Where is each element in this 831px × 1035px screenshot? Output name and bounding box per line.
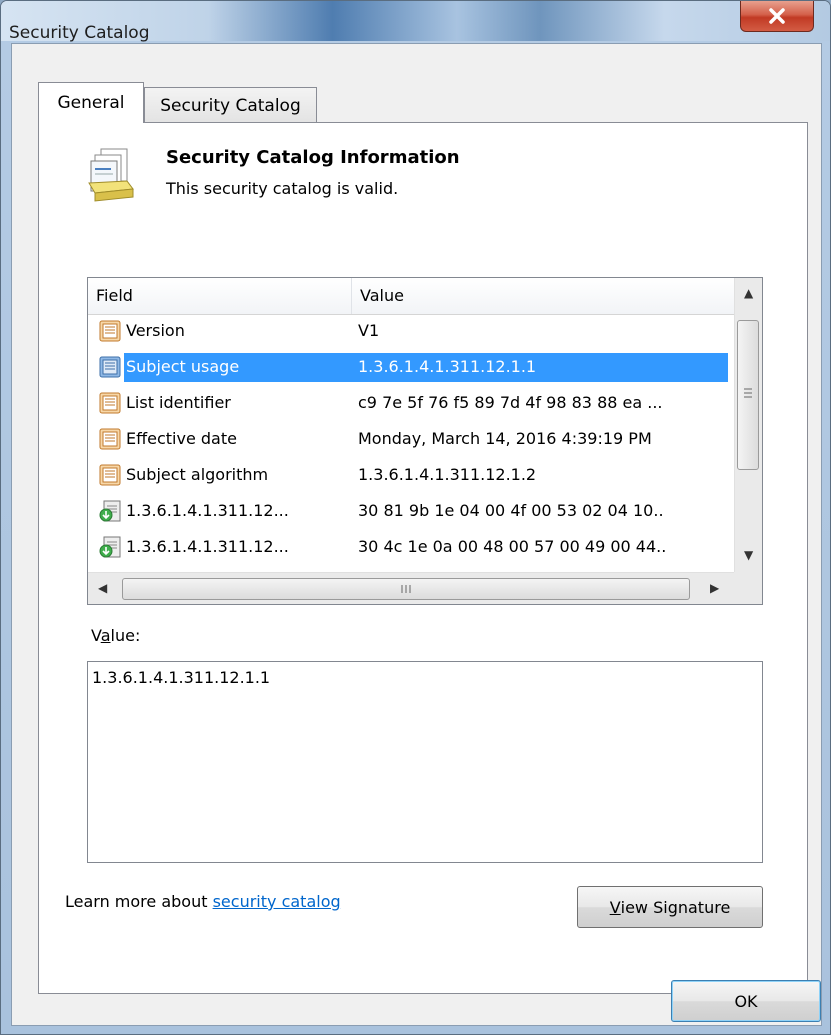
row-value: c9 7e 5f 76 f5 89 7d 4f 98 83 88 ea ... <box>358 393 663 412</box>
window-title: Security Catalog <box>9 23 150 43</box>
column-header-value[interactable]: Value <box>352 278 734 314</box>
scroll-up-arrow-icon[interactable]: ▲ <box>744 286 753 300</box>
row-field: Subject algorithm <box>126 465 269 484</box>
row-field: 1.3.6.1.4.1.311.12... <box>126 501 289 520</box>
title-bar[interactable]: Security Catalog <box>1 1 830 43</box>
row-value: 1.3.6.1.4.1.311.12.1.2 <box>358 465 537 484</box>
list-header: Field Value <box>88 278 734 315</box>
learn-more-text: Learn more about security catalog <box>65 892 341 911</box>
property-icon <box>98 355 122 379</box>
tab-security-catalog[interactable]: Security Catalog <box>144 87 317 123</box>
list-row[interactable]: Subject usage 1.3.6.1.4.1.311.12.1.1 <box>88 352 734 382</box>
security-catalog-window: Security Catalog General Security Catalo… <box>0 0 831 1035</box>
row-field: List identifier <box>126 393 231 412</box>
catalog-document-icon <box>88 148 134 202</box>
row-field: 1.3.6.1.4.1.311.12... <box>126 537 289 556</box>
view-signature-accelerator: V <box>609 897 621 917</box>
extension-icon <box>98 535 122 559</box>
row-value: 30 4c 1e 0a 00 48 00 57 00 49 00 44.. <box>358 537 667 556</box>
property-icon <box>98 319 122 343</box>
close-button[interactable] <box>740 1 814 32</box>
general-tab-panel: Security Catalog Information This securi… <box>38 122 808 994</box>
grip-icon <box>744 388 752 398</box>
list-row[interactable]: 1.3.6.1.4.1.311.12... 30 4c 1e 0a 00 48 0… <box>88 532 734 562</box>
value-text: 1.3.6.1.4.1.311.12.1.1 <box>92 668 271 687</box>
dialog-client-area: General Security Catalog Security Catalo… <box>11 43 822 1026</box>
value-text-box[interactable]: 1.3.6.1.4.1.311.12.1.1 <box>87 661 763 863</box>
row-value: 30 81 9b 1e 04 00 4f 00 53 02 04 10.. <box>358 501 664 520</box>
view-signature-button[interactable]: View Signature <box>577 886 763 928</box>
fields-list-view[interactable]: Field Value Version V1 Subject usage 1.3.6.… <box>87 277 763 605</box>
value-label-accelerator: a <box>100 626 111 645</box>
tab-general[interactable]: General <box>38 82 144 123</box>
learn-more-prefix: Learn more about <box>65 892 213 911</box>
grip-icon <box>401 585 411 593</box>
list-row[interactable]: Version V1 <box>88 316 734 346</box>
scroll-right-arrow-icon[interactable]: ▶ <box>710 581 719 595</box>
tab-security-catalog-label: Security Catalog <box>160 95 301 116</box>
list-row[interactable]: Subject algorithm 1.3.6.1.4.1.311.12.1.2 <box>88 460 734 490</box>
vertical-scrollbar[interactable]: ▲ ▼ <box>734 278 762 572</box>
value-label: Value: <box>91 626 140 645</box>
scroll-down-arrow-icon[interactable]: ▼ <box>744 548 753 562</box>
property-icon <box>98 427 122 451</box>
close-icon <box>769 8 785 24</box>
row-value: Monday, March 14, 2016 4:39:19 PM <box>358 429 652 448</box>
info-status-text: This security catalog is valid. <box>166 179 399 198</box>
list-row[interactable]: 1.3.6.1.4.1.311.12... 30 81 9b 1e 04 00 4… <box>88 496 734 526</box>
ok-button-label: OK <box>734 991 758 1011</box>
property-icon <box>98 463 122 487</box>
view-signature-label: iew Signature <box>620 897 731 917</box>
value-label-prefix: V <box>91 626 101 645</box>
row-value: V1 <box>358 321 380 340</box>
list-row[interactable]: Effective date Monday, March 14, 2016 4:3… <box>88 424 734 454</box>
row-value: 1.3.6.1.4.1.311.12.1.1 <box>358 357 537 376</box>
tab-general-label: General <box>57 93 125 113</box>
scrollbar-corner <box>734 572 762 604</box>
extension-icon <box>98 499 122 523</box>
list-row[interactable]: List identifier c9 7e 5f 76 f5 89 7d 4f 9… <box>88 388 734 418</box>
horizontal-scrollbar[interactable]: ◀ ▶ <box>88 572 734 604</box>
info-heading: Security Catalog Information <box>166 147 460 168</box>
ok-button[interactable]: OK <box>671 980 821 1022</box>
scroll-left-arrow-icon[interactable]: ◀ <box>98 581 107 595</box>
row-field: Version <box>126 321 185 340</box>
value-label-suffix: lue: <box>110 626 141 645</box>
vertical-scroll-thumb[interactable] <box>737 320 759 470</box>
row-field: Effective date <box>126 429 237 448</box>
horizontal-scroll-thumb[interactable] <box>122 578 690 600</box>
property-icon <box>98 391 122 415</box>
row-field: Subject usage <box>126 357 240 376</box>
column-header-field[interactable]: Field <box>88 278 352 314</box>
security-catalog-link[interactable]: security catalog <box>213 892 341 911</box>
